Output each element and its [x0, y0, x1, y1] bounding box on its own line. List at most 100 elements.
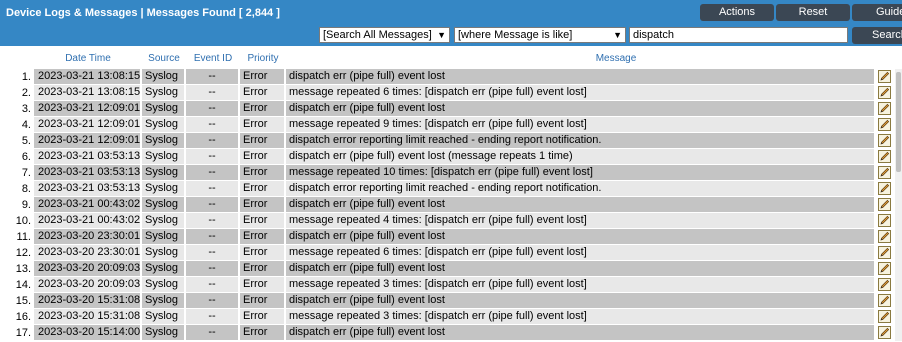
cell-message: dispatch err (pipe full) event lost [286, 101, 874, 116]
cell-datetime: 2023-03-20 15:31:08 [34, 293, 140, 308]
cell-source: Syslog [142, 293, 184, 308]
cell-event-id: -- [186, 69, 238, 84]
cell-source: Syslog [142, 133, 184, 148]
cell-message: dispatch err (pipe full) event lost [286, 325, 874, 340]
cell-priority: Error [240, 165, 284, 180]
cell-event-id: -- [186, 85, 238, 100]
pencil-icon[interactable] [878, 182, 891, 195]
cell-datetime: 2023-03-21 12:09:01 [34, 133, 140, 148]
cell-datetime: 2023-03-21 12:09:01 [34, 101, 140, 116]
cell-event-id: -- [186, 229, 238, 244]
cell-message: message repeated 4 times: [dispatch err … [286, 213, 874, 228]
cell-source: Syslog [142, 69, 184, 84]
search-scope-value: [Search All Messages] [323, 29, 432, 41]
table-row[interactable]: 17. 2023-03-20 15:14:00 Syslog -- Error dispa… [0, 325, 902, 341]
column-header-priority[interactable]: Priority [240, 53, 286, 64]
column-header-event-id[interactable]: Event ID [186, 53, 240, 64]
table-row[interactable]: 16. 2023-03-20 15:31:08 Syslog -- Error messa… [0, 309, 902, 325]
pencil-icon[interactable] [878, 262, 891, 275]
title-bar: Device Logs & Messages | Messages Found … [0, 0, 902, 26]
cell-source: Syslog [142, 261, 184, 276]
search-button[interactable]: Search [852, 27, 902, 44]
table-row[interactable]: 2. 2023-03-21 13:08:15 Syslog -- Error messag… [0, 85, 902, 101]
page-title: Device Logs & Messages | Messages Found … [6, 7, 280, 19]
cell-priority: Error [240, 197, 284, 212]
row-number: 2. [21, 87, 31, 99]
pencil-icon[interactable] [878, 150, 891, 163]
cell-message: message repeated 3 times: [dispatch err … [286, 277, 874, 292]
column-header-datetime[interactable]: Date Time [34, 53, 142, 64]
cell-source: Syslog [142, 101, 184, 116]
pencil-icon[interactable] [878, 198, 891, 211]
column-header-source[interactable]: Source [142, 53, 186, 64]
pencil-icon[interactable] [878, 86, 891, 99]
row-number: 15. [15, 295, 31, 307]
row-number: 8. [21, 183, 31, 195]
cell-message: message repeated 10 times: [dispatch err… [286, 165, 874, 180]
cell-datetime: 2023-03-21 00:43:02 [34, 213, 140, 228]
pencil-icon[interactable] [878, 310, 891, 323]
table-row[interactable]: 15. 2023-03-20 15:31:08 Syslog -- Error dispa… [0, 293, 902, 309]
search-button-label: Search [872, 29, 902, 41]
table-row[interactable]: 1. 2023-03-21 13:08:15 Syslog -- Error dispat… [0, 69, 902, 85]
table-row[interactable]: 5. 2023-03-21 12:09:01 Syslog -- Error dispat… [0, 133, 902, 149]
cell-priority: Error [240, 309, 284, 324]
pencil-icon[interactable] [878, 102, 891, 115]
pencil-icon[interactable] [878, 278, 891, 291]
cell-event-id: -- [186, 325, 238, 340]
table-header: Date Time Source Event ID Priority Messa… [0, 53, 902, 67]
cell-datetime: 2023-03-21 03:53:13 [34, 165, 140, 180]
table-row[interactable]: 3. 2023-03-21 12:09:01 Syslog -- Error dispat… [0, 101, 902, 117]
cell-priority: Error [240, 133, 284, 148]
table-row[interactable]: 12. 2023-03-20 23:30:01 Syslog -- Error messa… [0, 245, 902, 261]
filter-bar: [Search All Messages] ▼ [where Message i… [0, 26, 902, 46]
chevron-down-icon: ▼ [613, 30, 622, 40]
cell-event-id: -- [186, 197, 238, 212]
table-row[interactable]: 7. 2023-03-21 03:53:13 Syslog -- Error messag… [0, 165, 902, 181]
cell-datetime: 2023-03-20 23:30:01 [34, 245, 140, 260]
cell-event-id: -- [186, 261, 238, 276]
pencil-icon[interactable] [878, 70, 891, 83]
cell-message: message repeated 9 times: [dispatch err … [286, 117, 874, 132]
pencil-icon[interactable] [878, 134, 891, 147]
table-row[interactable]: 11. 2023-03-20 23:30:01 Syslog -- Error dispa… [0, 229, 902, 245]
search-condition-select[interactable]: [where Message is like] ▼ [454, 27, 626, 43]
reset-button[interactable]: Reset [776, 4, 850, 21]
scrollbar-thumb[interactable] [896, 72, 901, 172]
cell-message: dispatch err (pipe full) event lost [286, 229, 874, 244]
cell-event-id: -- [186, 213, 238, 228]
table-row[interactable]: 14. 2023-03-20 20:09:03 Syslog -- Error messa… [0, 277, 902, 293]
actions-button[interactable]: Actions [700, 4, 774, 21]
pencil-icon[interactable] [878, 230, 891, 243]
table-row[interactable]: 10. 2023-03-21 00:43:02 Syslog -- Error messa… [0, 213, 902, 229]
row-number: 9. [21, 199, 31, 211]
search-input[interactable]: dispatch [629, 27, 848, 43]
row-number: 7. [21, 167, 31, 179]
cell-source: Syslog [142, 85, 184, 100]
row-number: 10. [15, 215, 31, 227]
table-row[interactable]: 8. 2023-03-21 03:53:13 Syslog -- Error dispat… [0, 181, 902, 197]
cell-source: Syslog [142, 277, 184, 292]
pencil-icon[interactable] [878, 214, 891, 227]
row-number: 4. [21, 119, 31, 131]
chevron-down-icon: ▼ [437, 30, 446, 40]
pencil-icon[interactable] [878, 326, 891, 339]
pencil-icon[interactable] [878, 294, 891, 307]
pencil-icon[interactable] [878, 166, 891, 179]
table-row[interactable]: 9. 2023-03-21 00:43:02 Syslog -- Error dispat… [0, 197, 902, 213]
row-number: 11. [16, 231, 31, 243]
pencil-icon[interactable] [878, 118, 891, 131]
cell-event-id: -- [186, 181, 238, 196]
cell-priority: Error [240, 213, 284, 228]
row-number: 16. [15, 311, 31, 323]
cell-message: message repeated 6 times: [dispatch err … [286, 85, 874, 100]
cell-message: dispatch err (pipe full) event lost [286, 261, 874, 276]
pencil-icon[interactable] [878, 246, 891, 259]
cell-event-id: -- [186, 309, 238, 324]
table-row[interactable]: 4. 2023-03-21 12:09:01 Syslog -- Error messag… [0, 117, 902, 133]
search-scope-select[interactable]: [Search All Messages] ▼ [319, 27, 450, 43]
table-row[interactable]: 13. 2023-03-20 20:09:03 Syslog -- Error dispa… [0, 261, 902, 277]
guide-button[interactable]: Guide [852, 4, 902, 21]
column-header-message[interactable]: Message [286, 53, 902, 64]
table-row[interactable]: 6. 2023-03-21 03:53:13 Syslog -- Error dispat… [0, 149, 902, 165]
